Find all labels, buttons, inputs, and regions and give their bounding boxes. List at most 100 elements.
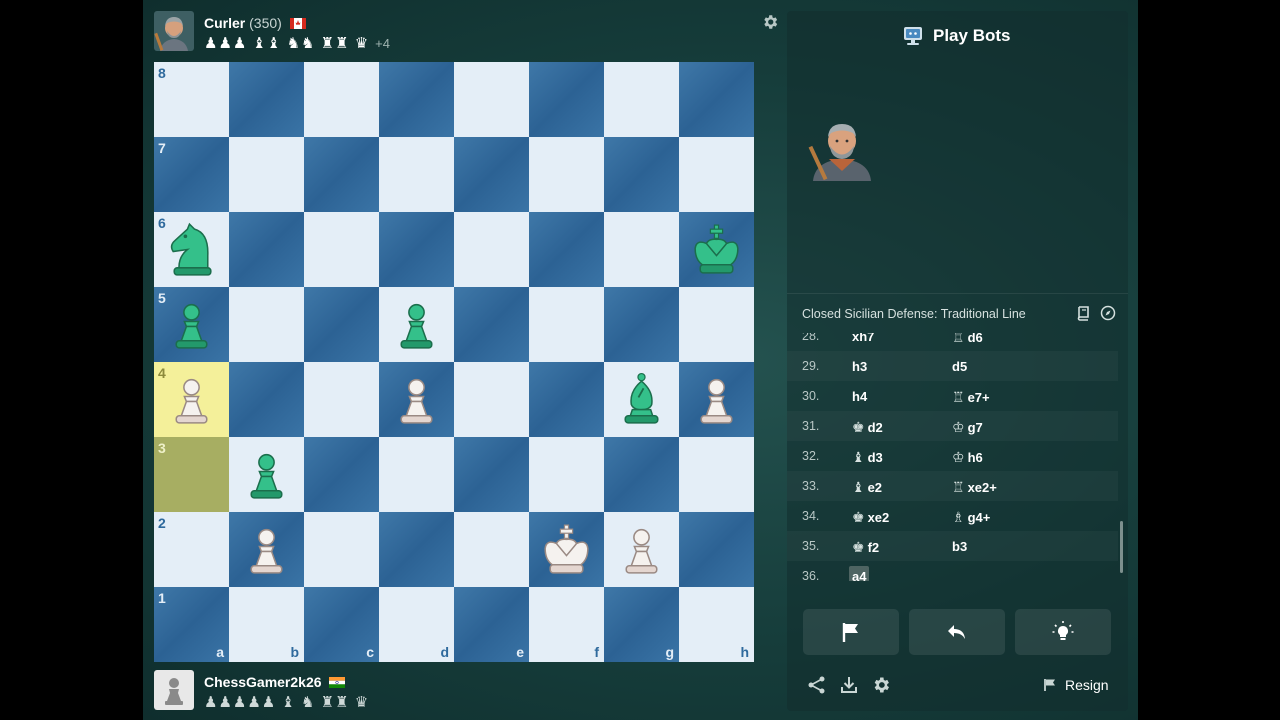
white-move[interactable]: ♝ e2 bbox=[849, 476, 885, 496]
square-b6[interactable] bbox=[229, 212, 304, 287]
white-pawn-g2[interactable] bbox=[611, 519, 672, 580]
white-pawn-a4[interactable] bbox=[161, 369, 222, 430]
black-move[interactable]: d5 bbox=[949, 356, 970, 376]
square-b5[interactable] bbox=[229, 287, 304, 362]
square-e5[interactable] bbox=[454, 287, 529, 362]
white-pawn-h4[interactable] bbox=[686, 369, 747, 430]
player-avatar[interactable] bbox=[154, 670, 194, 710]
black-move[interactable]: ♖ xe2+ bbox=[949, 476, 1000, 496]
square-a4[interactable]: 4 bbox=[154, 362, 229, 437]
square-c2[interactable] bbox=[304, 512, 379, 587]
square-c1[interactable]: c bbox=[304, 587, 379, 662]
square-a7[interactable]: 7 bbox=[154, 137, 229, 212]
green-pawn-a5[interactable] bbox=[161, 294, 222, 355]
opponent-avatar[interactable] bbox=[154, 11, 194, 51]
square-g4[interactable] bbox=[604, 362, 679, 437]
square-d7[interactable] bbox=[379, 137, 454, 212]
square-f4[interactable] bbox=[529, 362, 604, 437]
square-d1[interactable]: d bbox=[379, 587, 454, 662]
move-list-scrollbar[interactable] bbox=[1120, 521, 1123, 573]
square-d6[interactable] bbox=[379, 212, 454, 287]
square-d8[interactable] bbox=[379, 62, 454, 137]
square-a5[interactable]: 5 bbox=[154, 287, 229, 362]
white-move[interactable]: h4 bbox=[849, 386, 870, 406]
square-d4[interactable] bbox=[379, 362, 454, 437]
square-h7[interactable] bbox=[679, 137, 754, 212]
settings-gear-icon[interactable] bbox=[871, 675, 891, 695]
square-f5[interactable] bbox=[529, 287, 604, 362]
white-move[interactable]: a4 bbox=[849, 566, 870, 581]
square-e3[interactable] bbox=[454, 437, 529, 512]
square-d2[interactable] bbox=[379, 512, 454, 587]
hint-button[interactable] bbox=[1015, 609, 1111, 655]
white-move[interactable]: ♝ d3 bbox=[849, 446, 886, 466]
square-g6[interactable] bbox=[604, 212, 679, 287]
square-b3[interactable] bbox=[229, 437, 304, 512]
black-move[interactable]: ♗ g4+ bbox=[949, 506, 993, 526]
square-h4[interactable] bbox=[679, 362, 754, 437]
square-h1[interactable]: h bbox=[679, 587, 754, 662]
green-knight-a6[interactable] bbox=[161, 219, 222, 280]
download-icon[interactable] bbox=[839, 675, 859, 695]
chess-board[interactable]: 876 5 4 3 2 1 a b c d e f g h bbox=[154, 62, 754, 662]
takeback-button[interactable] bbox=[909, 609, 1005, 655]
resign-button[interactable]: Resign bbox=[1043, 675, 1109, 695]
square-e6[interactable] bbox=[454, 212, 529, 287]
black-move[interactable]: ♔ h6 bbox=[949, 446, 986, 466]
square-c7[interactable] bbox=[304, 137, 379, 212]
square-e8[interactable] bbox=[454, 62, 529, 137]
square-e1[interactable]: e bbox=[454, 587, 529, 662]
square-d3[interactable] bbox=[379, 437, 454, 512]
white-move[interactable]: ♚ d2 bbox=[849, 416, 886, 436]
square-c3[interactable] bbox=[304, 437, 379, 512]
share-icon[interactable] bbox=[807, 675, 827, 695]
white-move[interactable]: ♚ f2 bbox=[849, 536, 882, 556]
square-b2[interactable] bbox=[229, 512, 304, 587]
green-pawn-b3[interactable] bbox=[236, 444, 297, 505]
square-f1[interactable]: f bbox=[529, 587, 604, 662]
opening-name[interactable]: Closed Sicilian Defense: Traditional Lin… bbox=[802, 307, 1026, 321]
square-b4[interactable] bbox=[229, 362, 304, 437]
square-g3[interactable] bbox=[604, 437, 679, 512]
square-e7[interactable] bbox=[454, 137, 529, 212]
square-f6[interactable] bbox=[529, 212, 604, 287]
square-a2[interactable]: 2 bbox=[154, 512, 229, 587]
square-c6[interactable] bbox=[304, 212, 379, 287]
green-king-h6[interactable] bbox=[686, 219, 747, 280]
square-c4[interactable] bbox=[304, 362, 379, 437]
white-pawn-b2[interactable] bbox=[236, 519, 297, 580]
square-f8[interactable] bbox=[529, 62, 604, 137]
green-bishop-g4[interactable] bbox=[611, 369, 672, 430]
square-h6[interactable] bbox=[679, 212, 754, 287]
white-king-f2[interactable] bbox=[536, 519, 597, 580]
square-g5[interactable] bbox=[604, 287, 679, 362]
square-h2[interactable] bbox=[679, 512, 754, 587]
square-c5[interactable] bbox=[304, 287, 379, 362]
square-c8[interactable] bbox=[304, 62, 379, 137]
green-pawn-d5[interactable] bbox=[386, 294, 447, 355]
square-b7[interactable] bbox=[229, 137, 304, 212]
square-b8[interactable] bbox=[229, 62, 304, 137]
square-f7[interactable] bbox=[529, 137, 604, 212]
board-settings-gear-icon[interactable] bbox=[761, 13, 779, 31]
square-e2[interactable] bbox=[454, 512, 529, 587]
white-move[interactable]: ♚ xe2 bbox=[849, 506, 892, 526]
compass-icon[interactable] bbox=[1100, 305, 1116, 321]
black-move[interactable]: ♖ e7+ bbox=[949, 386, 993, 406]
player-username[interactable]: ChessGamer2k26 bbox=[204, 674, 322, 690]
black-move[interactable]: ♔ g7 bbox=[949, 416, 986, 436]
move-list[interactable]: 28. xh7 ♖ d6 29. h3 d5 30. h4 ♖ e7+ 31. ♚ d2 ♔ g7 32. ♝ d3… bbox=[787, 333, 1128, 581]
opponent-username[interactable]: Curler bbox=[204, 15, 245, 31]
square-h3[interactable] bbox=[679, 437, 754, 512]
square-a1[interactable]: 1a bbox=[154, 587, 229, 662]
square-h5[interactable] bbox=[679, 287, 754, 362]
square-d5[interactable] bbox=[379, 287, 454, 362]
square-g1[interactable]: g bbox=[604, 587, 679, 662]
white-move[interactable]: h3 bbox=[849, 356, 870, 376]
square-g7[interactable] bbox=[604, 137, 679, 212]
white-move[interactable]: xh7 bbox=[849, 333, 877, 346]
square-a3[interactable]: 3 bbox=[154, 437, 229, 512]
black-move[interactable]: b3 bbox=[949, 536, 970, 556]
square-e4[interactable] bbox=[454, 362, 529, 437]
square-a8[interactable]: 8 bbox=[154, 62, 229, 137]
